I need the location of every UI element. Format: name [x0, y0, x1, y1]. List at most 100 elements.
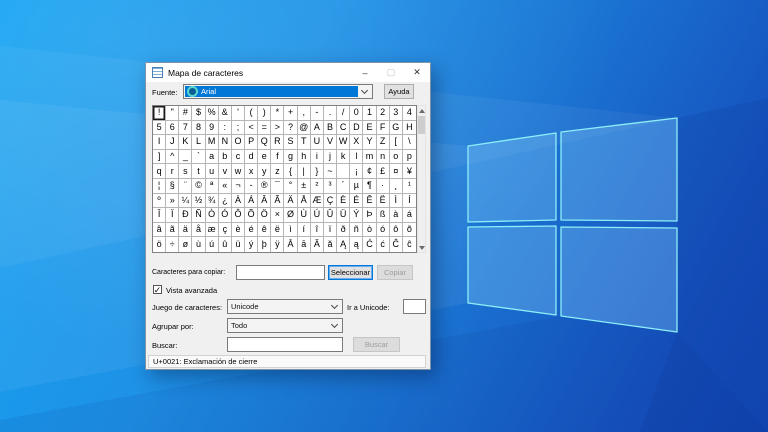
char-cell[interactable]: µ — [350, 179, 364, 194]
char-cell[interactable]: G — [389, 120, 403, 136]
char-cell[interactable]: - — [310, 106, 324, 121]
char-cell[interactable]: ¿ — [218, 193, 232, 209]
char-cell[interactable]: + — [284, 106, 298, 121]
char-cell[interactable]: T — [297, 135, 311, 150]
char-cell[interactable]: r — [166, 164, 180, 179]
search-input[interactable] — [227, 337, 343, 352]
char-cell[interactable]: ´ — [337, 179, 351, 194]
char-cell[interactable]: ^ — [166, 149, 180, 165]
char-cell[interactable]: ê — [258, 222, 272, 238]
char-cell[interactable]: â — [153, 222, 167, 238]
char-cell[interactable]: À — [231, 193, 246, 209]
char-cell[interactable]: K — [179, 135, 193, 150]
char-cell[interactable]: Ä — [284, 193, 298, 209]
char-cell[interactable]: Y — [363, 135, 377, 150]
char-cell[interactable]: ³ — [323, 179, 338, 194]
char-cell[interactable]: Õ — [245, 208, 259, 223]
char-cell[interactable]: ò — [363, 222, 377, 238]
char-cell[interactable]: Ç — [323, 193, 338, 209]
charset-select[interactable]: Unicode — [227, 299, 343, 314]
char-cell[interactable]: ñ — [350, 222, 364, 238]
char-cell[interactable]: * — [271, 106, 285, 121]
char-cell[interactable]: í — [297, 222, 311, 238]
char-cell[interactable]: û — [219, 237, 232, 252]
char-cell[interactable]: C — [337, 120, 351, 136]
char-cell[interactable]: Ï — [166, 208, 180, 223]
char-cell[interactable]: é — [245, 222, 259, 238]
char-cell[interactable]: U — [310, 135, 324, 150]
char-cell[interactable]: W — [337, 135, 351, 150]
char-cell[interactable]: \ — [402, 135, 416, 150]
char-cell[interactable]: F — [376, 120, 390, 136]
char-cell[interactable]: Ì — [389, 193, 403, 209]
char-cell[interactable]: ă — [324, 237, 338, 252]
char-cell[interactable]: Ü — [337, 208, 351, 223]
char-cell[interactable]: Á — [245, 193, 259, 209]
char-cell[interactable]: ¥ — [402, 164, 416, 179]
char-cell[interactable]: Å — [297, 193, 311, 209]
char-cell[interactable]: ¡ — [350, 164, 364, 179]
char-cell[interactable]: à — [389, 208, 403, 223]
char-cell[interactable]: c — [231, 149, 246, 165]
char-cell[interactable]: q — [153, 164, 167, 179]
char-cell[interactable]: M — [205, 135, 219, 150]
char-cell[interactable]: Ê — [363, 193, 377, 209]
char-cell[interactable]: ú — [206, 237, 219, 252]
char-cell[interactable]: á — [402, 208, 416, 223]
char-cell[interactable]: ; — [231, 120, 246, 136]
char-cell[interactable]: ù — [192, 237, 206, 252]
char-cell[interactable]: ` — [192, 149, 206, 165]
char-cell[interactable]: · — [376, 179, 390, 194]
char-cell[interactable]: Ò — [205, 208, 219, 223]
char-grid[interactable]: ! " # $% & '() * +, -./0 1 2 3 4 5 6 7 8 9:; < = >? @ A B C D E F G H… — [152, 105, 417, 253]
char-cell[interactable]: þ — [258, 237, 272, 252]
char-cell[interactable]: > — [271, 120, 285, 136]
char-cell[interactable]: ü — [232, 237, 246, 252]
char-cell[interactable]: ¦ — [153, 179, 167, 194]
char-cell[interactable]: a — [205, 149, 219, 165]
char-cell[interactable]: 5 — [153, 120, 167, 136]
char-cell[interactable]: = — [258, 120, 272, 136]
char-cell[interactable]: Ô — [231, 208, 246, 223]
char-cell[interactable]: 7 — [179, 120, 193, 136]
char-cell[interactable]: < — [245, 120, 259, 136]
char-cell[interactable]: ² — [310, 179, 324, 194]
char-cell[interactable]: Ą — [337, 237, 351, 252]
scroll-down-button[interactable] — [418, 243, 425, 252]
char-cell[interactable]: £ — [376, 164, 390, 179]
char-cell[interactable]: õ — [402, 223, 416, 238]
char-cell[interactable]: n — [376, 149, 390, 165]
char-cell[interactable]: Ć — [363, 237, 377, 252]
char-cell[interactable]: ï — [323, 222, 338, 238]
char-cell[interactable]: ? — [284, 120, 298, 136]
char-cell[interactable]: Ĉ — [390, 237, 403, 252]
char-cell[interactable]: 2 — [376, 106, 390, 121]
char-cell[interactable]: § — [166, 179, 180, 194]
char-cell[interactable]: æ — [205, 222, 219, 238]
char-cell[interactable]: ~ — [323, 164, 338, 179]
char-cell[interactable]: z — [271, 164, 285, 179]
scroll-thumb[interactable] — [418, 116, 425, 134]
char-cell[interactable]: ¶ — [363, 179, 377, 194]
char-cell[interactable]: Ñ — [192, 208, 206, 223]
char-cell[interactable]: × — [271, 208, 285, 223]
char-cell[interactable]: L — [192, 135, 206, 150]
char-cell[interactable]: Ë — [376, 193, 390, 209]
help-button[interactable]: Ayuda — [384, 84, 414, 99]
char-cell[interactable]: H — [402, 121, 416, 136]
scroll-up-button[interactable] — [418, 106, 425, 115]
char-cell[interactable]: ¸ — [389, 179, 403, 194]
char-cell[interactable]: X — [350, 135, 364, 150]
char-cell[interactable]: _ — [179, 149, 193, 165]
char-cell[interactable]: Ð — [179, 208, 193, 223]
char-cell[interactable]: Ã — [271, 193, 285, 209]
char-cell[interactable]: Þ — [363, 208, 377, 223]
char-cell[interactable] — [337, 164, 351, 179]
char-cell[interactable]: D — [350, 120, 364, 136]
char-cell[interactable]: V — [323, 135, 338, 150]
char-cell[interactable]: « — [218, 179, 232, 194]
char-cell[interactable]: É — [350, 193, 364, 209]
char-cell[interactable]: i — [310, 149, 324, 165]
char-cell[interactable]: A — [310, 120, 324, 136]
char-cell[interactable]: ® — [258, 179, 272, 194]
